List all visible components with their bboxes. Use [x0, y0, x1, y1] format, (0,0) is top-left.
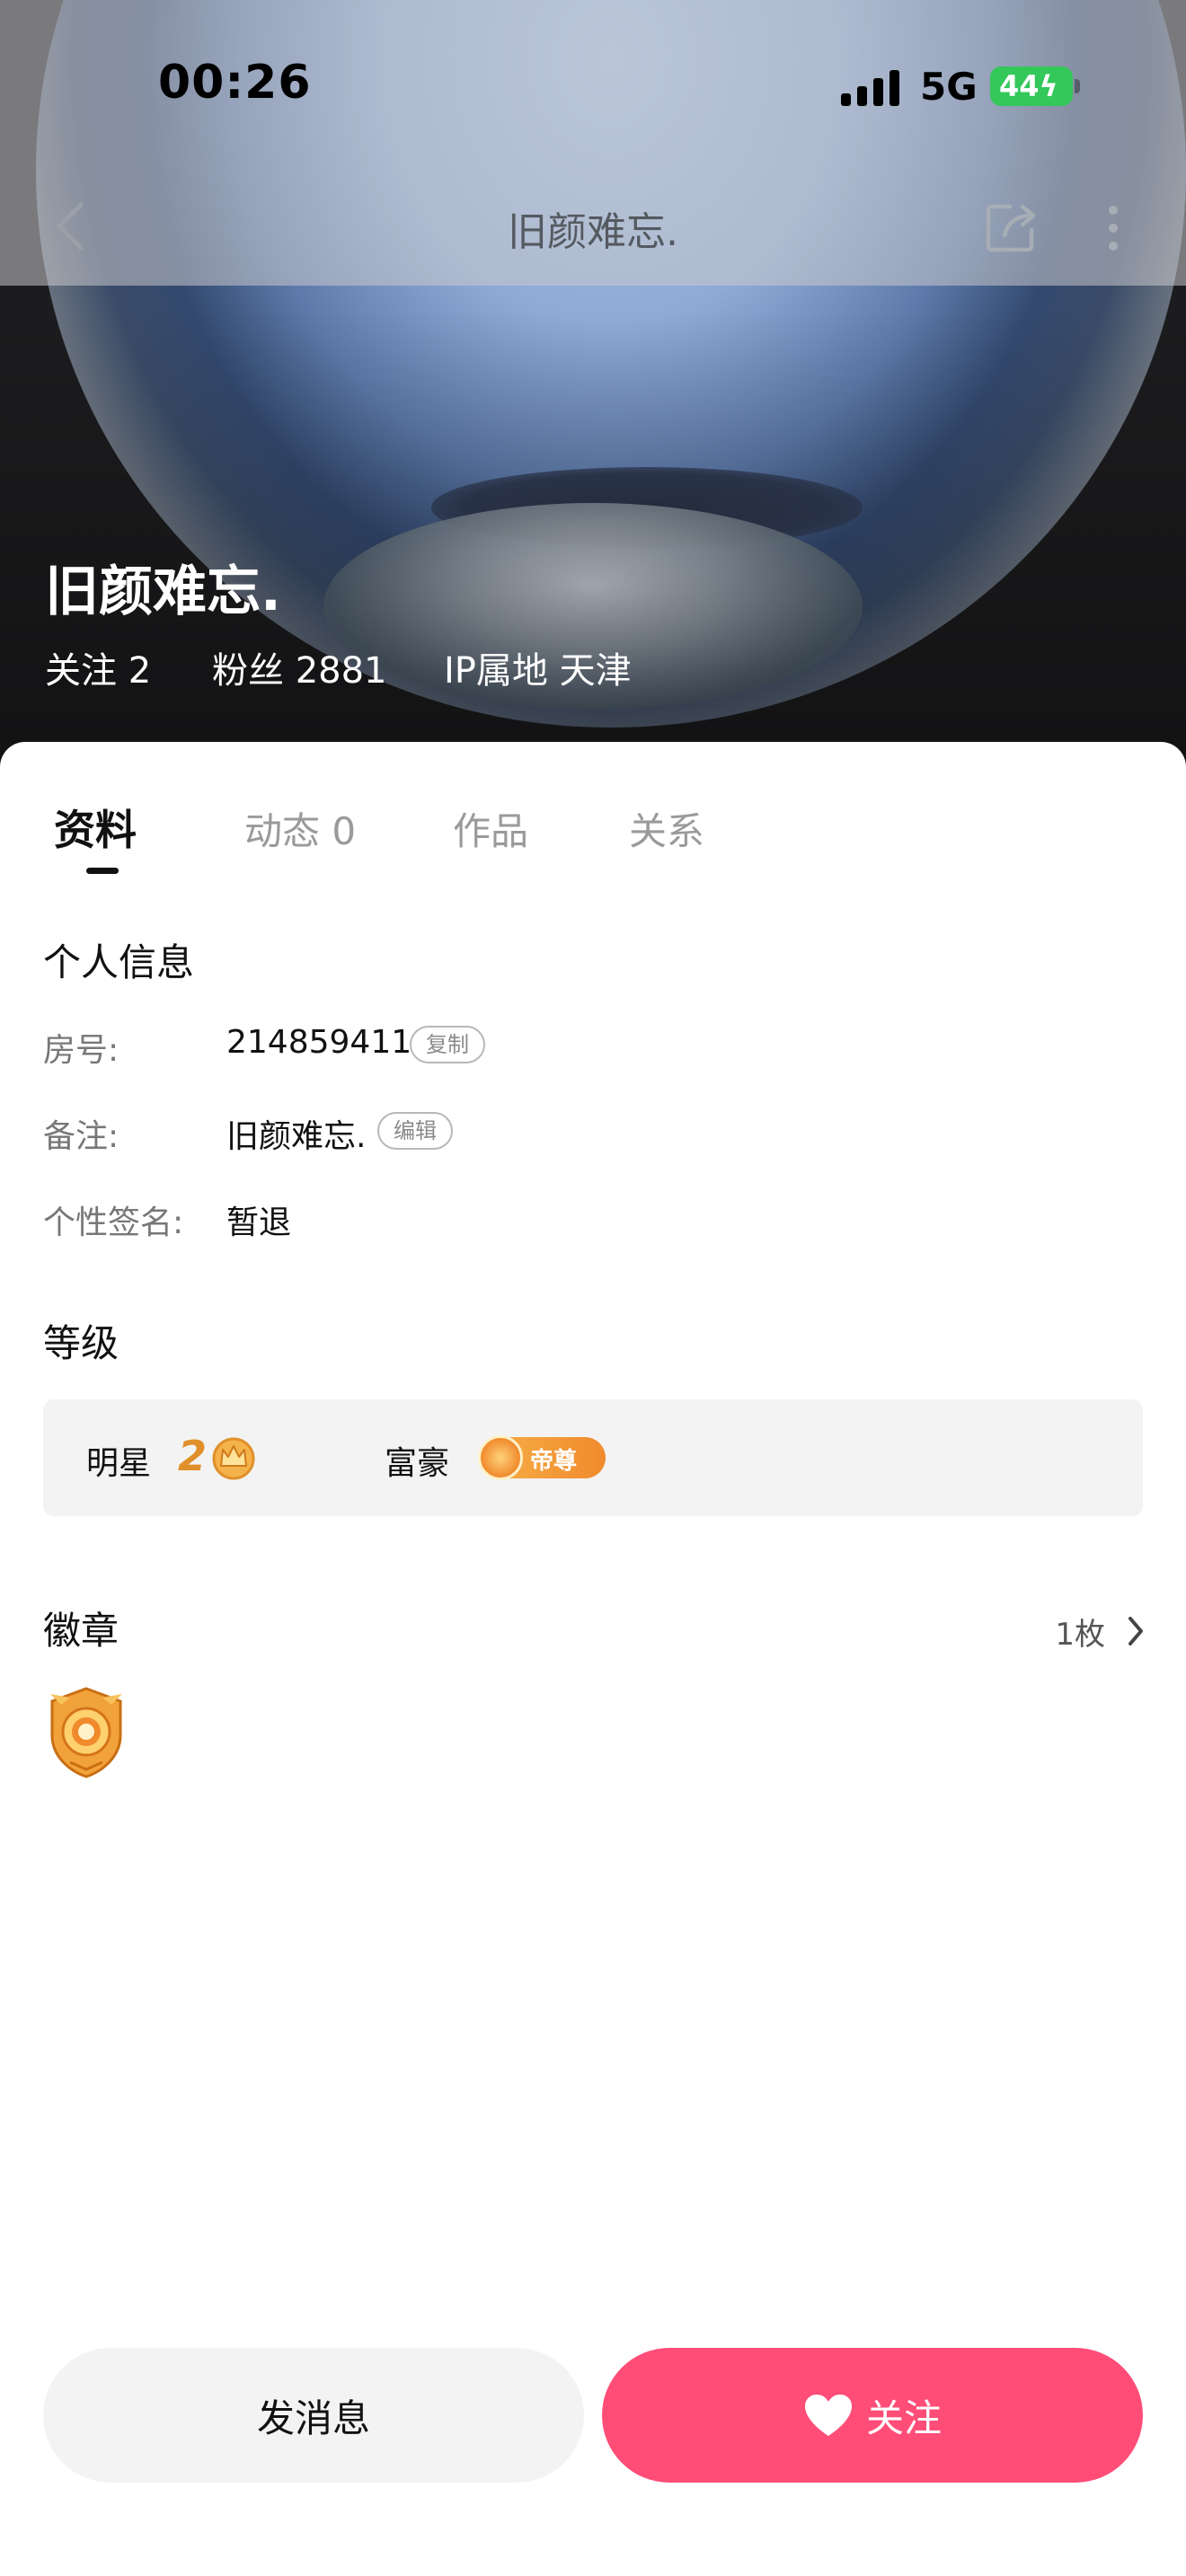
- tab-works[interactable]: 作品: [453, 801, 528, 856]
- tab-info[interactable]: 资料: [54, 798, 137, 857]
- network-type: 5G: [920, 65, 978, 109]
- rich-level-text: 帝尊: [530, 1448, 578, 1475]
- star-level-badge: 2: [178, 1432, 264, 1480]
- copy-button[interactable]: 复制: [410, 1026, 485, 1063]
- follow-button[interactable]: 关注: [602, 2348, 1143, 2483]
- medal-icon[interactable]: [43, 1685, 129, 1778]
- fans-count[interactable]: 粉丝 2881: [212, 641, 387, 693]
- profile-header: 00:26 5G 44ϟ 旧颜难忘. 旧颜难忘. 关注 2 粉丝 2881 IP…: [0, 0, 1186, 772]
- battery-indicator: 44ϟ: [990, 66, 1073, 106]
- signal-icon: [841, 70, 899, 106]
- star-level-label: 明星: [86, 1445, 152, 1482]
- edit-remark-button[interactable]: 编辑: [377, 1112, 453, 1150]
- badges-title: 徽章: [43, 1609, 119, 1653]
- badge-count: 1枚: [1055, 1617, 1105, 1653]
- rich-level-label: 富豪: [385, 1445, 450, 1482]
- levels-card: 明星 2 富豪 帝尊: [43, 1399, 1143, 1516]
- room-label: 房号:: [43, 1032, 119, 1069]
- tab-moments[interactable]: 动态 0: [244, 801, 356, 856]
- remark-value: 旧颜难忘.: [226, 1118, 367, 1155]
- heart-icon: [804, 2395, 852, 2436]
- share-icon[interactable]: [983, 199, 1039, 255]
- room-number: 214859411: [226, 1024, 412, 1061]
- charging-icon: ϟ: [1039, 69, 1058, 103]
- profile-sheet: 资料 动态 0 作品 关系 个人信息 房号: 214859411 复制 备注: …: [0, 742, 1186, 2576]
- coin-icon: [478, 1435, 523, 1480]
- following-count[interactable]: 关注 2: [45, 641, 151, 693]
- levels-title: 等级: [43, 1321, 119, 1365]
- send-message-button[interactable]: 发消息: [43, 2348, 584, 2483]
- tab-indicator: [86, 868, 119, 874]
- profile-name: 旧颜难忘.: [45, 560, 281, 623]
- tab-relations[interactable]: 关系: [629, 801, 704, 856]
- more-icon[interactable]: [1100, 203, 1127, 253]
- star-level-number: 2: [178, 1432, 208, 1480]
- rich-level-badge: 帝尊: [478, 1435, 606, 1480]
- signature-label: 个性签名:: [43, 1204, 184, 1241]
- personal-info-title: 个人信息: [43, 940, 195, 984]
- chevron-right-icon: [1128, 1617, 1143, 1645]
- signature-value: 暂退: [226, 1204, 292, 1241]
- battery-level: 44: [999, 69, 1040, 103]
- crown-icon: [212, 1437, 255, 1480]
- remark-label: 备注:: [43, 1118, 119, 1155]
- ip-location: IP属地 天津: [444, 650, 632, 692]
- send-message-label: 发消息: [256, 2395, 370, 2440]
- follow-label: 关注: [865, 2395, 942, 2440]
- status-time: 00:26: [158, 56, 312, 110]
